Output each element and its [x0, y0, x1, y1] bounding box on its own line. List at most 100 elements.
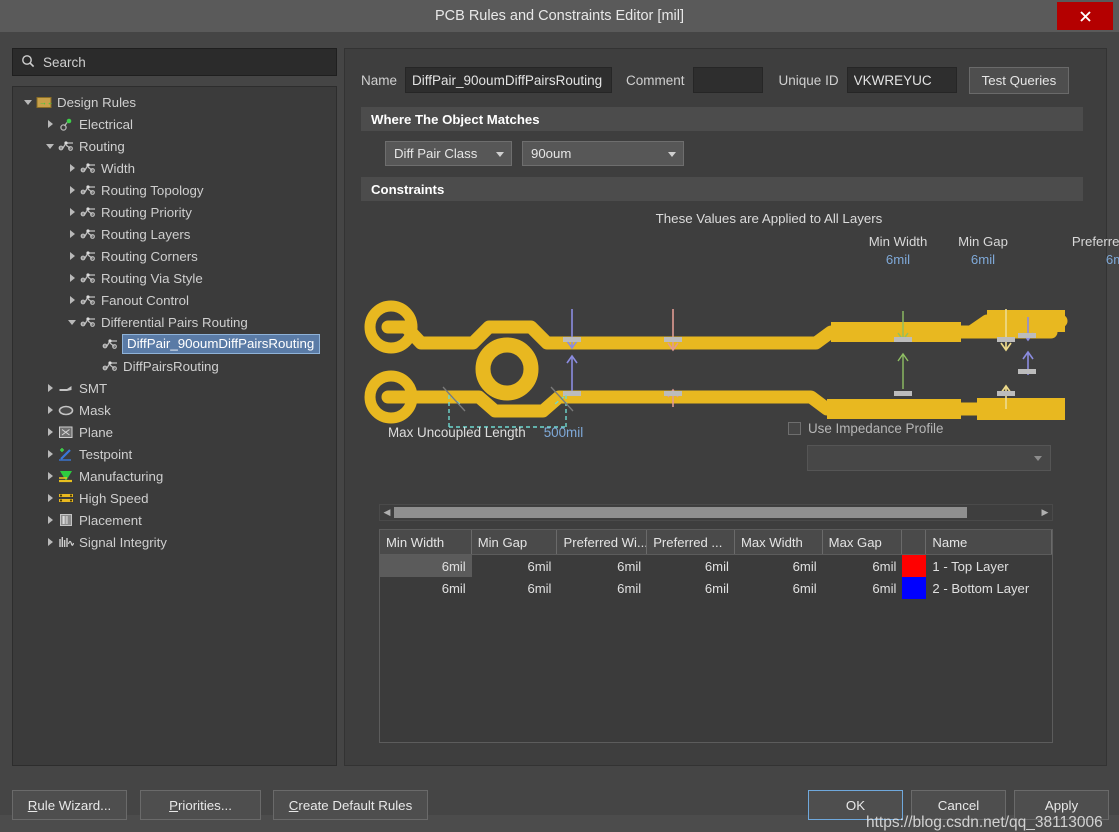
chevron-right-icon[interactable] [43, 421, 57, 443]
design-rules-tree[interactable]: →← Design Rules Electrical Routing Width Rout… [12, 86, 337, 766]
chevron-right-icon[interactable] [65, 157, 79, 179]
chevron-right-icon[interactable] [65, 179, 79, 201]
chevron-right-icon[interactable] [43, 113, 57, 135]
rule-wizard-button[interactable]: Rule Wizard... [12, 790, 127, 820]
chevron-right-icon[interactable] [43, 465, 57, 487]
table-cell-pref-gap[interactable]: 6mil [647, 577, 735, 599]
table-cell-min-gap[interactable]: 6mil [472, 577, 558, 599]
tree-item-routing-priority[interactable]: Routing Priority [13, 201, 336, 223]
table-cell-pref-gap[interactable]: 6mil [647, 555, 735, 577]
impedance-profile-dropdown[interactable] [807, 445, 1051, 471]
dim-min-width-label: Min Width [868, 234, 928, 249]
comment-input[interactable] [692, 67, 763, 93]
diff-pair-class-dropdown[interactable]: 90oum [522, 141, 684, 166]
search-input[interactable] [43, 54, 313, 70]
tree-item-diffpairsrouting[interactable]: DiffPairsRouting [13, 355, 336, 377]
close-icon[interactable] [1057, 2, 1113, 30]
table-column-header[interactable]: Name [926, 530, 1053, 554]
tree-item-routing-layers[interactable]: Routing Layers [13, 223, 336, 245]
chevron-right-icon[interactable] [43, 443, 57, 465]
layers-table-hscrollbar[interactable]: ◀ ▶ [379, 504, 1053, 521]
search-box[interactable] [12, 48, 337, 76]
ok-button[interactable]: OK [808, 790, 903, 820]
chevron-right-icon[interactable] [65, 201, 79, 223]
table-row[interactable]: 6mil 6mil 6mil 6mil 6mil 6mil 2 - Bottom Layer [380, 577, 1052, 599]
table-cell-min-gap[interactable]: 6mil [472, 555, 558, 577]
layers-table[interactable]: Min Width Min Gap Preferred Wi... Preferred… [379, 529, 1053, 743]
table-cell-max-gap[interactable]: 6mil [823, 577, 903, 599]
tree-item-electrical[interactable]: Electrical [13, 113, 336, 135]
tree-item-routing[interactable]: Routing [13, 135, 336, 157]
table-body[interactable]: 6mil 6mil 6mil 6mil 6mil 6mil 1 - Top Layer 6mi… [380, 555, 1052, 599]
tree-item-mask[interactable]: Mask [13, 399, 336, 421]
chevron-down-icon[interactable] [65, 311, 79, 333]
tree-item-differential-pairs-routing[interactable]: Differential Pairs Routing [13, 311, 336, 333]
table-column-header[interactable]: Max Gap [823, 530, 903, 554]
dim-preferred-width-value[interactable]: 6mil [1048, 250, 1119, 269]
tree-item-routing-corners[interactable]: Routing Corners [13, 245, 336, 267]
tree-item-diffpair-90oumdiffpairsrouting[interactable]: DiffPair_90oumDiffPairsRouting [13, 333, 336, 355]
table-column-header[interactable]: Min Width [380, 530, 472, 554]
table-cell-max-width[interactable]: 6mil [735, 555, 823, 577]
priorities-button[interactable]: Priorities... [140, 790, 261, 820]
tree-item-width[interactable]: Width [13, 157, 336, 179]
table-column-header[interactable] [902, 530, 927, 554]
test-queries-button[interactable]: Test Queries [968, 66, 1070, 94]
tree-item-testpoint[interactable]: Testpoint [13, 443, 336, 465]
unique-id-input[interactable] [846, 67, 957, 93]
use-impedance-profile-checkbox[interactable]: Use Impedance Profile [788, 421, 943, 436]
electrical-icon [57, 116, 75, 132]
table-column-header[interactable]: Preferred ... [647, 530, 735, 554]
table-cell-layer-name[interactable]: 1 - Top Layer [926, 555, 1052, 577]
tree-item-smt[interactable]: SMT [13, 377, 336, 399]
table-cell-max-width[interactable]: 6mil [735, 577, 823, 599]
table-cell-min-width[interactable]: 6mil [380, 577, 472, 599]
tree-item-high-speed[interactable]: High Speed [13, 487, 336, 509]
table-cell-pref-width[interactable]: 6mil [557, 577, 647, 599]
routing-icon [79, 270, 97, 286]
tree-item-plane[interactable]: Plane [13, 421, 336, 443]
chevron-right-icon[interactable] [43, 531, 57, 553]
table-column-header[interactable]: Preferred Wi... [557, 530, 648, 554]
table-cell-pref-width[interactable]: 6mil [557, 555, 647, 577]
chevron-right-icon[interactable] [65, 267, 79, 289]
scroll-left-icon[interactable]: ◀ [380, 507, 394, 518]
table-column-header[interactable]: Max Width [735, 530, 823, 554]
tree-item-design-rules[interactable]: →← Design Rules [13, 91, 336, 113]
chevron-down-icon[interactable] [43, 135, 57, 157]
chevron-right-icon[interactable] [43, 399, 57, 421]
tree-item-signal-integrity[interactable]: Signal Integrity [13, 531, 336, 553]
apply-button[interactable]: Apply [1014, 790, 1109, 820]
table-row[interactable]: 6mil 6mil 6mil 6mil 6mil 6mil 1 - Top Layer [380, 555, 1052, 577]
chevron-right-icon[interactable] [43, 509, 57, 531]
dim-min-gap-value[interactable]: 6mil [937, 250, 1029, 269]
chevron-right-icon[interactable] [65, 289, 79, 311]
chevron-down-icon[interactable] [21, 91, 35, 113]
max-uncoupled-length-value[interactable]: 500mil [544, 425, 583, 440]
mask-icon [57, 402, 75, 418]
tree-item-placement[interactable]: Placement [13, 509, 336, 531]
scroll-thumb[interactable] [394, 507, 968, 518]
chevron-right-icon[interactable] [65, 245, 79, 267]
scope-dropdown[interactable]: Diff Pair Class [385, 141, 512, 166]
plane-icon [57, 424, 75, 440]
scroll-track[interactable] [394, 507, 1038, 518]
chevron-right-icon[interactable] [43, 487, 57, 509]
table-cell-max-gap[interactable]: 6mil [823, 555, 903, 577]
tree-item-routing-via-style[interactable]: Routing Via Style [13, 267, 336, 289]
tree-item-routing-topology[interactable]: Routing Topology [13, 179, 336, 201]
cancel-button[interactable]: Cancel [911, 790, 1006, 820]
table-cell-layer-name[interactable]: 2 - Bottom Layer [926, 577, 1052, 599]
tree-twisty-spacer [87, 333, 101, 355]
scroll-right-icon[interactable]: ▶ [1038, 507, 1052, 518]
tree-item-fanout-control[interactable]: Fanout Control [13, 289, 336, 311]
chevron-right-icon[interactable] [43, 377, 57, 399]
dim-min-width-value[interactable]: 6mil [848, 250, 948, 269]
chevron-right-icon[interactable] [65, 223, 79, 245]
table-column-header[interactable]: Min Gap [472, 530, 558, 554]
tree-item-manufacturing[interactable]: Manufacturing [13, 465, 336, 487]
unique-id-label: Unique ID [778, 72, 839, 88]
table-cell-min-width[interactable]: 6mil [380, 555, 472, 577]
create-default-rules-button[interactable]: Create Default Rules [273, 790, 428, 820]
rule-name-input[interactable] [405, 67, 613, 93]
